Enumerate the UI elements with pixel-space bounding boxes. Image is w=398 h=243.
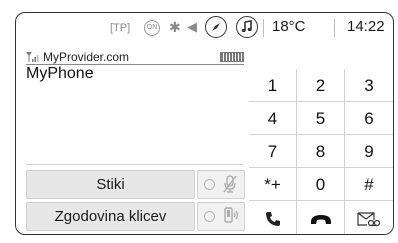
signal-strength-icon	[26, 52, 39, 62]
battery-icon	[220, 52, 244, 62]
key-0[interactable]: 0	[297, 168, 345, 201]
key-5[interactable]: 5	[297, 102, 345, 135]
status-divider	[334, 19, 335, 37]
compass-icon[interactable]	[205, 16, 227, 38]
screen-frame: [TP] ON ✱ ◀ 18°C 14:22 MyProvider.com My…	[15, 12, 394, 235]
provider-row: MyProvider.com	[26, 50, 244, 65]
temperature-readout: 18°C	[272, 18, 306, 35]
key-6[interactable]: 6	[345, 102, 393, 135]
status-divider	[263, 19, 264, 37]
key-2[interactable]: 2	[297, 69, 345, 102]
on-indicator-icon: ON	[144, 20, 160, 36]
key-3[interactable]: 3	[345, 69, 393, 102]
traffic-program-indicator: [TP]	[110, 22, 131, 34]
voicemail-button[interactable]	[345, 201, 393, 234]
mute-microphone-toggle[interactable]	[197, 170, 245, 199]
handsfree-toggle[interactable]	[197, 202, 245, 231]
phone-hangup-icon	[310, 214, 331, 224]
key-1[interactable]: 1	[249, 69, 297, 102]
status-bar: [TP] ON ✱ ◀ 18°C 14:22	[16, 13, 393, 46]
key-star-plus[interactable]: *+	[249, 168, 297, 201]
toggle-indicator	[204, 211, 215, 222]
key-7[interactable]: 7	[249, 135, 297, 168]
key-4[interactable]: 4	[249, 102, 297, 135]
phone-call-icon	[265, 211, 280, 226]
microphone-muted-icon	[223, 175, 237, 193]
contacts-button[interactable]: Stiki	[26, 170, 195, 199]
divider	[26, 164, 243, 165]
key-star-plus-label: *+	[264, 175, 281, 194]
hangup-button[interactable]	[297, 201, 345, 234]
key-8[interactable]: 8	[297, 135, 345, 168]
clock-time: 14:22	[347, 18, 385, 35]
volume-icon: ◀	[187, 19, 197, 34]
bluetooth-icon: ✱	[169, 19, 181, 35]
toggle-indicator	[204, 179, 215, 190]
voicemail-icon	[357, 211, 381, 226]
key-hash[interactable]: #	[345, 168, 393, 201]
provider-name: MyProvider.com	[43, 50, 130, 64]
call-history-button[interactable]: Zgodovina klicev	[26, 202, 195, 231]
phone-handset-speaker-icon	[224, 207, 239, 223]
music-note-icon[interactable]	[236, 16, 258, 38]
dial-keypad: 1 2 3 4 5 6 7 8 9 *+ 0 #	[249, 69, 393, 234]
key-9[interactable]: 9	[345, 135, 393, 168]
connected-phone-name: MyPhone	[26, 65, 94, 82]
call-button[interactable]	[249, 201, 297, 234]
